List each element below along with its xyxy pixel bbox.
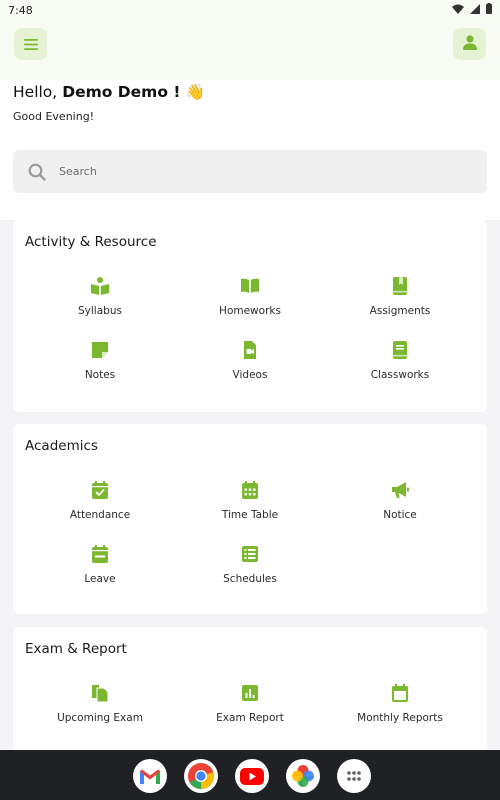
tile-label: Notice [383,509,417,521]
gmail-icon[interactable] [133,759,167,793]
activity-resource-card: Activity & Resource Syllabus Homeworks A… [13,220,487,412]
tile-monthly-reports[interactable]: Monthly Reports [325,683,475,724]
copy-files-icon [90,683,110,703]
wifi-icon [452,4,464,17]
closed-book-icon [390,340,410,360]
tile-label: Syllabus [78,305,122,317]
open-book-icon [240,276,260,296]
exam-report-grid: Upcoming Exam Exam Report Monthly Report… [25,683,475,724]
dock-apps [133,759,371,793]
academics-card: Academics Attendance Time Table Notice L… [13,424,487,614]
greeting-prefix: Hello, [13,83,58,101]
chart-report-icon [240,683,260,703]
status-bar: 7:48 [0,0,500,20]
tile-label: Assigments [369,305,431,317]
battery-icon [486,3,492,17]
tile-schedules[interactable]: Schedules [175,544,325,585]
tile-label: Notes [84,369,116,381]
section-title: Activity & Resource [25,234,157,250]
tile-label: Leave [84,573,116,585]
video-file-icon [240,340,260,360]
section-title: Exam & Report [25,641,127,657]
tile-upcoming-exam[interactable]: Upcoming Exam [25,683,175,724]
tile-homeworks[interactable]: Homeworks [175,276,325,317]
greeting-subtitle: Good Evening! [13,110,95,123]
tile-assigments[interactable]: Assigments [325,276,475,317]
user-name: Demo Demo ! [62,83,181,101]
tile-label: Attendance [69,509,131,521]
tile-exam-report[interactable]: Exam Report [175,683,325,724]
tile-label: Time Table [221,509,279,521]
book-bookmark-icon [390,276,410,296]
activity-resource-grid: Syllabus Homeworks Assigments Notes Vide… [25,276,475,381]
calendar-icon [390,683,410,703]
app-bar [0,20,500,80]
hamburger-icon [23,35,38,54]
menu-button[interactable] [14,28,47,60]
tile-label: Homeworks [219,305,281,317]
exam-report-card: Exam & Report Upcoming Exam Exam Report … [13,627,487,767]
user-icon [462,34,477,54]
search-bar[interactable] [13,150,487,193]
status-time: 7:48 [8,4,33,17]
tile-syllabus[interactable]: Syllabus [25,276,175,317]
tile-label: Upcoming Exam [57,712,143,724]
greeting-area: Hello, Demo Demo ! 👋 Good Evening! [0,80,500,220]
tile-notes[interactable]: Notes [25,340,175,381]
youtube-icon[interactable] [235,759,269,793]
tile-time-table[interactable]: Time Table [175,480,325,521]
chrome-icon[interactable] [184,759,218,793]
academics-grid: Attendance Time Table Notice Leave Sched… [25,480,475,585]
tile-leave[interactable]: Leave [25,544,175,585]
signal-icon [470,3,480,17]
tile-label: Monthly Reports [357,712,443,724]
search-input[interactable] [59,165,439,178]
tile-classworks[interactable]: Classworks [325,340,475,381]
tile-attendance[interactable]: Attendance [25,480,175,521]
profile-button[interactable] [453,28,486,60]
tile-videos[interactable]: Videos [175,340,325,381]
search-icon [27,162,47,182]
greeting: Hello, Demo Demo ! 👋 [13,83,205,101]
app-dock [0,750,500,800]
photos-icon[interactable] [286,759,320,793]
calendar-minus-icon [90,544,110,564]
book-reader-icon [90,276,110,296]
wave-icon: 👋 [185,83,205,101]
section-title: Academics [25,438,98,454]
system-icons [452,3,492,17]
megaphone-icon [390,480,410,500]
app-drawer-icon[interactable] [337,759,371,793]
list-icon [240,544,260,564]
tile-label: Videos [232,369,268,381]
tile-notice[interactable]: Notice [325,480,475,521]
calendar-grid-icon [240,480,260,500]
tile-label: Exam Report [216,712,284,724]
sticky-note-icon [90,340,110,360]
calendar-check-icon [90,480,110,500]
tile-label: Schedules [223,573,277,585]
tile-label: Classworks [370,369,430,381]
